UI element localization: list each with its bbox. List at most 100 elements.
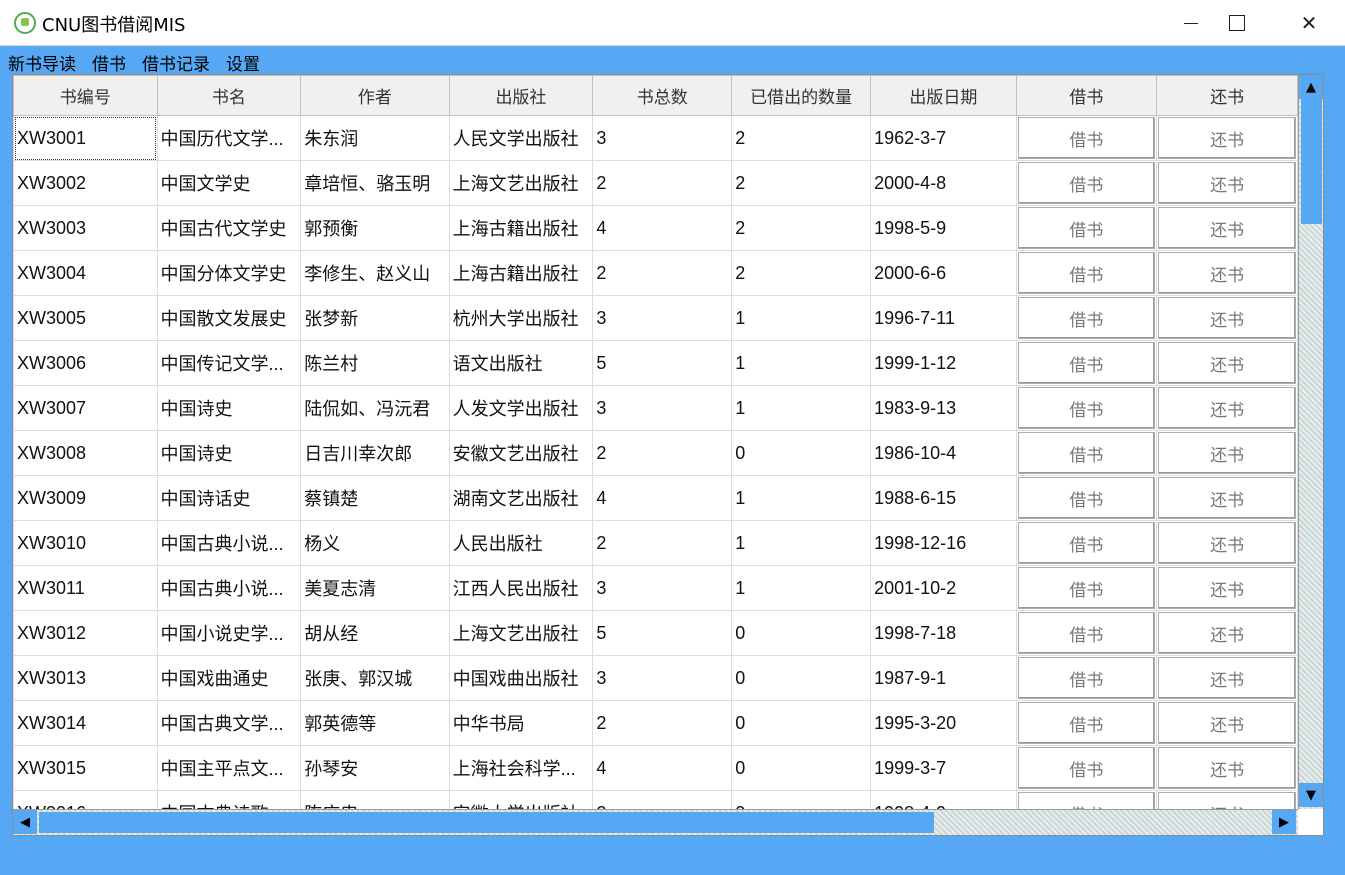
borrow-button[interactable]: 借书 xyxy=(1017,207,1156,249)
scroll-left-icon[interactable]: ◀ xyxy=(13,810,37,834)
borrow-button[interactable]: 借书 xyxy=(1017,567,1156,609)
table-row[interactable]: XW3013 中国戏曲通史 张庚、郭汉城 中国戏曲出版社 3 0 1987-9-1 借书 还书 xyxy=(13,655,1298,701)
table-cell[interactable]: 1986-10-4 xyxy=(870,430,1017,476)
horizontal-scrollbar[interactable]: ◀ ▶ xyxy=(13,809,1298,835)
table-cell[interactable]: 上海文艺出版社 xyxy=(448,160,594,206)
table-cell[interactable]: 1 xyxy=(731,340,872,386)
table-row[interactable]: XW3003 中国古代文学史 郭预衡 上海古籍出版社 4 2 1998-5-9 借书 还书 xyxy=(13,205,1298,251)
minimize-icon[interactable] xyxy=(1168,0,1214,46)
table-row[interactable]: XW3010 中国古典小说... 杨义 人民出版社 2 1 1998-12-16 借书 还书 xyxy=(13,520,1298,566)
borrow-button[interactable]: 借书 xyxy=(1017,162,1156,204)
table-cell[interactable]: 中国文学史 xyxy=(156,160,302,206)
return-button[interactable]: 还书 xyxy=(1158,162,1296,204)
vertical-scrollbar[interactable]: ▲ ▼ xyxy=(1298,75,1323,809)
table-cell[interactable]: 朱东润 xyxy=(300,115,450,161)
column-header[interactable]: 出版社 xyxy=(448,75,594,116)
table-cell[interactable]: 上海社会科学... xyxy=(448,745,594,791)
table-cell[interactable]: XW3004 xyxy=(13,250,158,296)
table-cell[interactable]: 1 xyxy=(731,475,872,521)
table-row[interactable]: XW3001 中国历代文学... 朱东润 人民文学出版社 3 2 1962-3-7 借书 还书 xyxy=(13,115,1298,161)
table-cell[interactable]: 杭州大学出版社 xyxy=(448,295,594,341)
table-cell[interactable]: XW3015 xyxy=(13,745,158,791)
table-cell[interactable]: 张梦新 xyxy=(300,295,450,341)
table-cell[interactable]: XW3009 xyxy=(13,475,158,521)
table-cell[interactable]: 中国古典诗歌... xyxy=(156,790,302,809)
table-row[interactable]: XW3016中国古典诗歌...陈应忠安徽大学出版社201998-4-9借书还书 xyxy=(13,790,1298,809)
table-cell[interactable]: 1998-5-9 xyxy=(870,205,1017,251)
table-cell[interactable]: 中国分体文学史 xyxy=(156,250,302,296)
table-cell[interactable]: XW3006 xyxy=(13,340,158,386)
table-cell[interactable]: 上海古籍出版社 xyxy=(448,250,594,296)
table-cell[interactable]: 人发文学出版社 xyxy=(448,385,594,431)
borrow-button[interactable]: 借书 xyxy=(1017,252,1156,294)
column-header[interactable]: 书总数 xyxy=(592,75,733,116)
table-cell[interactable]: 3 xyxy=(592,565,733,611)
table-cell[interactable]: XW3013 xyxy=(13,655,158,701)
table-cell[interactable]: 2 xyxy=(592,160,733,206)
table-cell[interactable]: 0 xyxy=(731,655,872,701)
table-cell[interactable]: 安徽大学出版社 xyxy=(448,790,594,809)
table-cell[interactable]: 杨义 xyxy=(300,520,450,566)
table-cell[interactable]: 1999-3-7 xyxy=(870,745,1017,791)
borrow-button[interactable]: 借书 xyxy=(1017,657,1156,699)
table-cell[interactable]: 日吉川幸次郎 xyxy=(300,430,450,476)
table-cell[interactable]: 2 xyxy=(731,250,872,296)
table-cell[interactable]: 2 xyxy=(592,700,733,746)
table-row[interactable]: XW3009 中国诗话史 蔡镇楚 湖南文艺出版社 4 1 1988-6-15 借书 还书 xyxy=(13,475,1298,521)
table-cell[interactable]: 陈应忠 xyxy=(300,790,450,809)
table-cell[interactable]: 1 xyxy=(731,565,872,611)
table-cell[interactable]: 中国小说史学... xyxy=(156,610,302,656)
table-cell[interactable]: 4 xyxy=(592,205,733,251)
table-cell[interactable]: 3 xyxy=(592,385,733,431)
scroll-down-icon[interactable]: ▼ xyxy=(1299,783,1323,807)
return-button[interactable]: 还书 xyxy=(1158,612,1296,654)
return-button[interactable]: 还书 xyxy=(1158,477,1296,519)
table-cell[interactable]: 3 xyxy=(592,295,733,341)
table-row[interactable]: XW3008 中国诗史 日吉川幸次郎 安徽文艺出版社 2 0 1986-10-4 借书 还书 xyxy=(13,430,1298,476)
table-cell[interactable]: 中国古代文学史 xyxy=(156,205,302,251)
table-cell[interactable]: XW3016 xyxy=(13,790,158,809)
scroll-right-icon[interactable]: ▶ xyxy=(1272,810,1296,834)
table-cell[interactable]: 1998-4-9 xyxy=(870,790,1017,809)
table-cell[interactable]: XW3008 xyxy=(13,430,158,476)
table-cell[interactable]: 安徽文艺出版社 xyxy=(448,430,594,476)
table-cell[interactable]: 1988-6-15 xyxy=(870,475,1017,521)
table-cell[interactable]: 上海文艺出版社 xyxy=(448,610,594,656)
table-cell[interactable]: 江西人民出版社 xyxy=(448,565,594,611)
menu-borrow-records[interactable]: 借书记录 xyxy=(134,48,218,75)
table-cell[interactable]: 2000-6-6 xyxy=(870,250,1017,296)
table-row[interactable]: XW3005 中国散文发展史 张梦新 杭州大学出版社 3 1 1996-7-11 借书 还书 xyxy=(13,295,1298,341)
table-cell[interactable]: 上海古籍出版社 xyxy=(448,205,594,251)
return-button[interactable]: 还书 xyxy=(1158,702,1296,744)
table-cell[interactable]: 1996-7-11 xyxy=(870,295,1017,341)
table-row[interactable]: XW3004 中国分体文学史 李修生、赵义山 上海古籍出版社 2 2 2000-6-6 借书还… xyxy=(13,250,1298,296)
table-cell[interactable]: 4 xyxy=(592,745,733,791)
table-cell[interactable]: 中国戏曲出版社 xyxy=(448,655,594,701)
table-row[interactable]: XW3006 中国传记文学... 陈兰村 语文出版社 5 1 1999-1-12 借书 还书 xyxy=(13,340,1298,386)
table-cell[interactable]: XW3002 xyxy=(13,160,158,206)
table-cell[interactable]: 2 xyxy=(592,430,733,476)
table-cell[interactable]: 0 xyxy=(731,790,872,809)
table-cell[interactable]: 1998-7-18 xyxy=(870,610,1017,656)
borrow-button[interactable]: 借书 xyxy=(1017,477,1156,519)
column-header[interactable]: 借书 xyxy=(1015,75,1158,116)
table-cell[interactable]: 中国历代文学... xyxy=(156,115,302,161)
table-cell[interactable]: 中华书局 xyxy=(448,700,594,746)
table-cell[interactable]: XW3014 xyxy=(13,700,158,746)
column-header[interactable]: 书编号 xyxy=(13,75,158,116)
table-cell[interactable]: 1998-12-16 xyxy=(870,520,1017,566)
table-cell[interactable]: 1983-9-13 xyxy=(870,385,1017,431)
table-cell[interactable]: 3 xyxy=(592,115,733,161)
column-header[interactable]: 还书 xyxy=(1156,75,1298,116)
table-cell[interactable]: 2 xyxy=(731,160,872,206)
borrow-button[interactable]: 借书 xyxy=(1017,522,1156,564)
table-row[interactable]: XW3015 中国主平点文... 孙琴安 上海社会科学... 4 0 1999-3-7 借书还… xyxy=(13,745,1298,791)
table-cell[interactable]: 美夏志清 xyxy=(300,565,450,611)
table-cell[interactable]: XW3011 xyxy=(13,565,158,611)
table-cell[interactable]: 中国诗话史 xyxy=(156,475,302,521)
table-cell[interactable]: 1999-1-12 xyxy=(870,340,1017,386)
table-cell[interactable]: 中国传记文学... xyxy=(156,340,302,386)
table-cell[interactable]: 2000-4-8 xyxy=(870,160,1017,206)
menu-settings[interactable]: 设置 xyxy=(218,48,268,75)
table-cell[interactable]: 0 xyxy=(731,610,872,656)
